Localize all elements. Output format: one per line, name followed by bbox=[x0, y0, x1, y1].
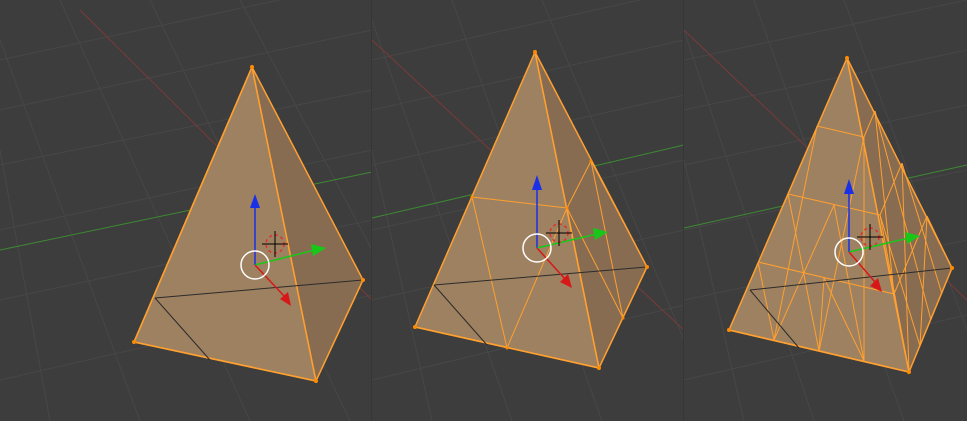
pyramid-mesh[interactable] bbox=[132, 64, 365, 384]
pyramid-mesh[interactable] bbox=[413, 49, 649, 371]
viewport-3-scene[interactable] bbox=[684, 0, 967, 421]
viewport-1-scene[interactable] bbox=[0, 0, 372, 421]
viewport-area[interactable] bbox=[0, 0, 967, 421]
viewport-2[interactable] bbox=[372, 0, 684, 421]
viewport-2-scene[interactable] bbox=[372, 0, 684, 421]
viewport-3[interactable] bbox=[684, 0, 967, 421]
viewport-1[interactable] bbox=[0, 0, 372, 421]
